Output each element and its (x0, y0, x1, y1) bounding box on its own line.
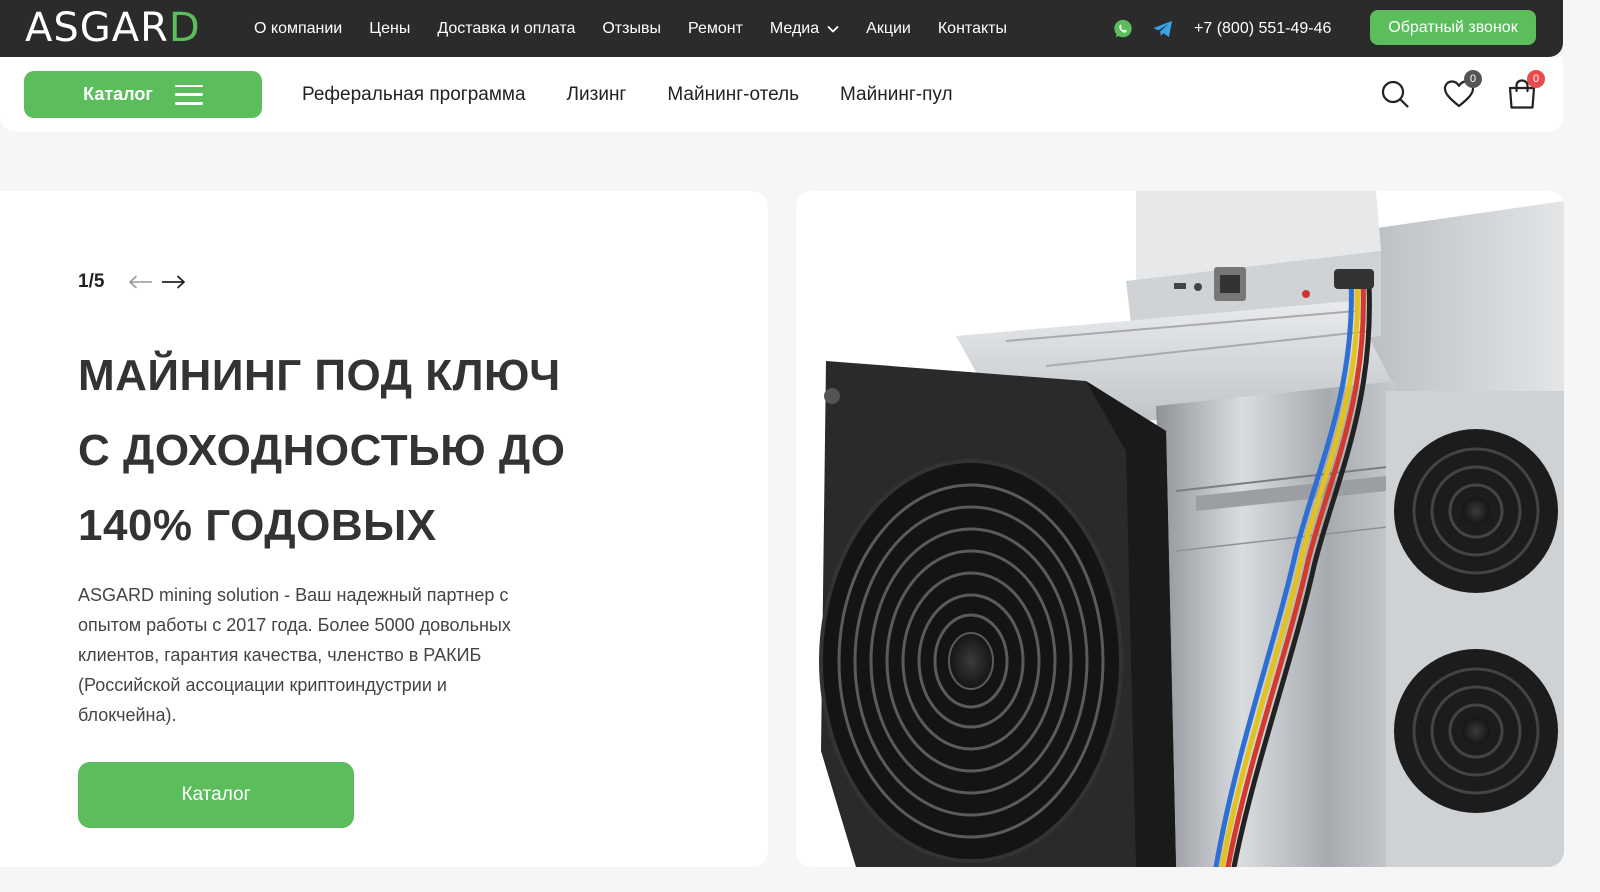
subnav-item-leasing[interactable]: Лизинг (567, 84, 627, 106)
contacts: +7 (800) 551-49-46 (1112, 0, 1331, 57)
sub-nav: Реферальная программа Лизинг Майнинг-оте… (302, 57, 953, 132)
topnav-item-repair[interactable]: Ремонт (688, 20, 743, 38)
topnav-item-contacts[interactable]: Контакты (938, 20, 1007, 38)
slide-counter: 1/5 (78, 271, 105, 292)
main-fan (819, 459, 1123, 863)
callback-button[interactable]: Обратный звонок (1370, 10, 1536, 45)
topnav-item-delivery[interactable]: Доставка и оплата (437, 20, 575, 38)
hero-description: ASGARD mining solution - Ваш надежный па… (78, 585, 511, 725)
arrow-right-icon[interactable] (160, 274, 186, 290)
hero-title: МАЙНИНГ ПОД КЛЮЧ С ДОХОДНОСТЬЮ ДО 140% Г… (78, 338, 638, 563)
hero-image (796, 191, 1564, 867)
search-icon (1381, 80, 1409, 108)
asic-miner-illustration (819, 191, 1564, 867)
logo-accent: D (168, 5, 201, 51)
topnav-item-prices[interactable]: Цены (369, 20, 410, 38)
top-nav: О компании Цены Доставка и оплата Отзывы… (254, 0, 1034, 57)
subnav-item-mining-hotel[interactable]: Майнинг-отель (667, 84, 799, 106)
arrow-left-icon[interactable] (128, 274, 154, 290)
cart-button[interactable]: 0 (1503, 70, 1545, 113)
topnav-item-promo[interactable]: Акции (866, 20, 911, 38)
logo-main: ASGAR (25, 5, 169, 51)
topnav-item-about[interactable]: О компании (254, 20, 342, 38)
favorites-count-badge: 0 (1464, 70, 1482, 88)
subnav-item-mining-pool[interactable]: Майнинг-пул (840, 84, 953, 106)
telegram-icon[interactable] (1152, 19, 1174, 39)
side-fans (1386, 391, 1564, 867)
menu-icon (174, 84, 203, 105)
cart-count-badge: 0 (1527, 70, 1545, 88)
slider-arrows (128, 274, 186, 290)
hero-title-line-2: С ДОХОДНОСТЬЮ ДО (78, 426, 566, 475)
phone-link[interactable]: +7 (800) 551-49-46 (1194, 20, 1331, 38)
favorites-button[interactable]: 0 (1440, 70, 1482, 113)
top-bar: ASGARD О компании Цены Доставка и оплата… (0, 0, 1563, 57)
whatsapp-icon[interactable] (1112, 18, 1134, 40)
topnav-item-reviews[interactable]: Отзывы (602, 20, 661, 38)
search-button[interactable] (1376, 75, 1414, 113)
main-nav-bar: Каталог Реферальная программа Лизинг Май… (0, 57, 1563, 132)
slider-controls: 1/5 (78, 271, 186, 293)
catalog-menu-label: Каталог (83, 84, 153, 104)
subnav-item-referral[interactable]: Реферальная программа (302, 84, 526, 106)
catalog-menu-button[interactable]: Каталог (24, 71, 262, 118)
hero-title-line-1: МАЙНИНГ ПОД КЛЮЧ (78, 351, 561, 400)
chevron-down-icon (827, 25, 839, 32)
hero-title-line-3: 140% ГОДОВЫХ (78, 501, 437, 550)
topnav-item-media[interactable]: Медиа (770, 20, 839, 38)
logo[interactable]: ASGARD (25, 6, 201, 50)
hero-catalog-button[interactable]: Каталог (78, 762, 354, 828)
topnav-item-media-label: Медиа (769, 19, 820, 37)
